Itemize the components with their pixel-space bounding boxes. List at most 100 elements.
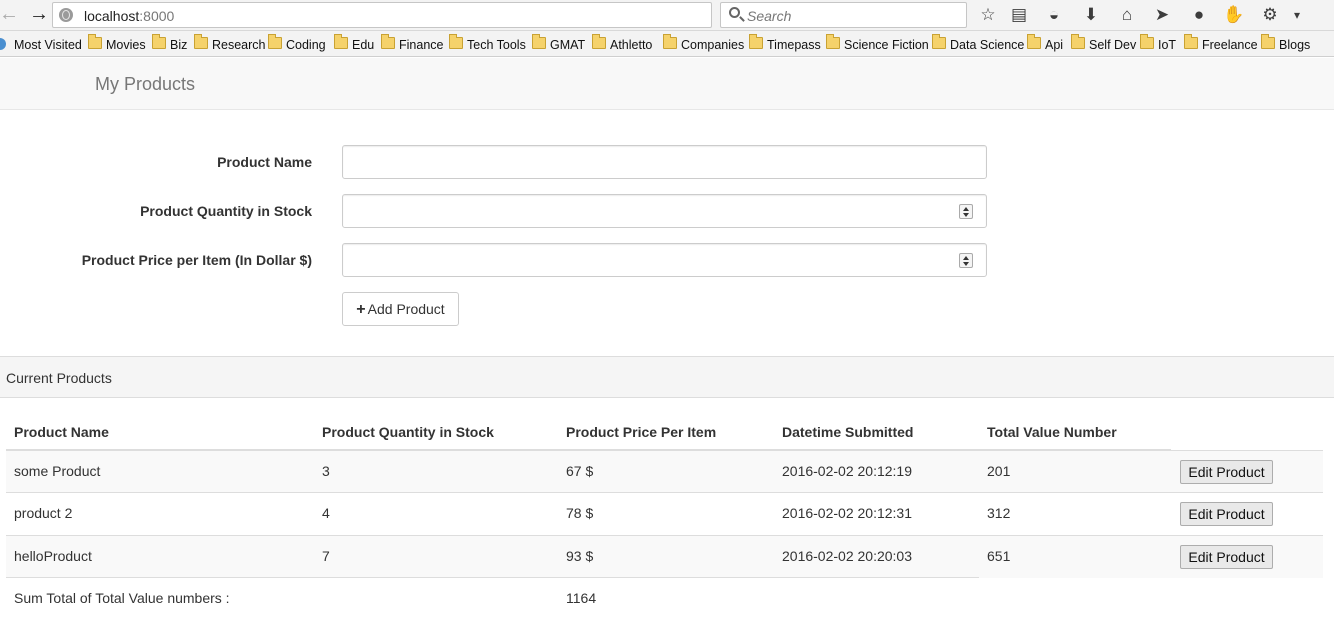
folder-icon (826, 34, 840, 49)
edit-product-button[interactable]: Edit Product (1180, 460, 1273, 484)
bookmark-companies[interactable]: Companies (681, 37, 744, 53)
star-bookmark-icon[interactable]: ☆ (977, 4, 999, 26)
bookmark-self-dev[interactable]: Self Dev (1089, 37, 1136, 53)
add-product-label: Add Product (367, 301, 445, 317)
folder-icon (1184, 34, 1198, 49)
most-visited-icon (0, 38, 6, 50)
bookmark-biz[interactable]: Biz (170, 37, 187, 53)
cell-price: 78 $ (566, 505, 594, 521)
sum-row: Sum Total of Total Value numbers : 1164 (6, 577, 979, 617)
url-port: :8000 (139, 8, 175, 24)
browser-toolbar: ← → localhost:8000 ↻ Search ☆ ▤ ◒ ⬇ ⌂ ➤ … (0, 0, 1334, 31)
folder-icon (152, 34, 166, 49)
cell-price: 93 $ (566, 548, 594, 564)
panel-heading: Current Products (0, 356, 1334, 398)
folder-icon (334, 34, 348, 49)
send-icon[interactable]: ➤ (1151, 4, 1173, 26)
menu-dropdown-icon[interactable]: ▾ (1286, 4, 1308, 26)
header-price: Product Price Per Item (566, 424, 717, 440)
folder-icon (88, 34, 102, 49)
brand-title[interactable]: My Products (95, 74, 195, 95)
cell-product-name: some Product (14, 463, 101, 479)
search-placeholder: Search (747, 8, 792, 24)
edit-product-button[interactable]: Edit Product (1180, 545, 1273, 569)
app-navbar: My Products (0, 58, 1334, 110)
bookmark-api[interactable]: Api (1045, 37, 1063, 53)
cell-datetime: 2016-02-02 20:12:31 (782, 505, 912, 521)
pocket-icon[interactable]: ◒ (1043, 4, 1065, 26)
folder-icon (592, 34, 606, 49)
sum-value: 1164 (566, 590, 597, 606)
folder-icon (663, 34, 677, 49)
back-arrow-icon[interactable]: ← (0, 3, 21, 27)
stepper-up-icon[interactable] (963, 256, 969, 260)
bookmark-most-visited[interactable]: Most Visited (14, 37, 82, 53)
url-host: localhost (84, 8, 140, 24)
chat-icon[interactable]: ● (1188, 4, 1210, 26)
cell-datetime: 2016-02-02 20:20:03 (782, 548, 912, 564)
folder-icon (194, 34, 208, 49)
folder-icon (1071, 34, 1085, 49)
table-row: product 2 4 78 $ 2016-02-02 20:12:31 312… (6, 492, 1323, 535)
bookmark-data-science[interactable]: Data Science (950, 37, 1024, 53)
folder-icon (1140, 34, 1154, 49)
table-row: helloProduct 7 93 $ 2016-02-02 20:20:03 … (6, 535, 1323, 578)
cell-total-value: 651 (987, 548, 1011, 564)
url-text[interactable]: localhost:8000 (84, 8, 174, 24)
folder-icon (268, 34, 282, 49)
reading-list-icon[interactable]: ▤ (1008, 4, 1030, 26)
product-name-label: Product Name (217, 154, 312, 170)
bookmark-finance[interactable]: Finance (399, 37, 443, 53)
cell-total-value: 312 (987, 505, 1011, 521)
globe-icon (59, 8, 73, 22)
bookmark-timepass[interactable]: Timepass (767, 37, 821, 53)
stepper-down-icon[interactable] (963, 262, 969, 266)
bookmark-gmat[interactable]: GMAT (550, 37, 585, 53)
cell-datetime: 2016-02-02 20:12:19 (782, 463, 912, 479)
quantity-stepper[interactable] (959, 204, 973, 219)
header-total-value: Total Value Number (987, 424, 1117, 440)
cell-price: 67 $ (566, 463, 594, 479)
add-product-button[interactable]: + Add Product (342, 292, 459, 326)
bookmark-edu[interactable]: Edu (352, 37, 374, 53)
product-price-input[interactable] (342, 243, 987, 277)
url-bar[interactable]: localhost:8000 ↻ (52, 2, 752, 28)
bookmark-blogs[interactable]: Blogs (1279, 37, 1310, 53)
cell-product-name: helloProduct (14, 548, 92, 564)
bookmark-movies[interactable]: Movies (106, 37, 146, 53)
folder-icon (449, 34, 463, 49)
folder-icon (1027, 34, 1041, 49)
stepper-down-icon[interactable] (963, 213, 969, 217)
bookmark-athletto[interactable]: Athletto (610, 37, 652, 53)
price-stepper[interactable] (959, 253, 973, 268)
sum-label: Sum Total of Total Value numbers : (14, 590, 230, 606)
table-row: some Product 3 67 $ 2016-02-02 20:12:19 … (6, 450, 1323, 493)
extension-hand-icon[interactable]: ✋ (1223, 4, 1245, 26)
cell-product-name: product 2 (14, 505, 73, 521)
search-icon (729, 7, 740, 18)
product-name-input[interactable] (342, 145, 987, 179)
header-product-name: Product Name (14, 424, 109, 440)
plus-icon: + (356, 301, 366, 318)
edit-product-button[interactable]: Edit Product (1180, 502, 1273, 526)
bookmarks-bar: Most Visited Movies Biz Research Coding … (0, 31, 1334, 57)
search-input[interactable]: Search (720, 2, 967, 28)
bookmark-research[interactable]: Research (212, 37, 266, 53)
cell-quantity: 7 (322, 548, 330, 564)
bookmark-tech-tools[interactable]: Tech Tools (467, 37, 526, 53)
bookmark-coding[interactable]: Coding (286, 37, 326, 53)
home-icon[interactable]: ⌂ (1116, 4, 1138, 26)
bookmark-science-fiction[interactable]: Science Fiction (844, 37, 929, 53)
stepper-up-icon[interactable] (963, 207, 969, 211)
extension-icon[interactable]: ⚙ (1259, 4, 1281, 26)
product-price-label: Product Price per Item (In Dollar $) (81, 252, 312, 268)
download-icon[interactable]: ⬇ (1080, 4, 1102, 26)
folder-icon (749, 34, 763, 49)
product-quantity-input[interactable] (342, 194, 987, 228)
cell-quantity: 4 (322, 505, 330, 521)
bookmark-iot[interactable]: IoT (1158, 37, 1176, 53)
header-quantity: Product Quantity in Stock (322, 424, 494, 440)
folder-icon (1261, 34, 1275, 49)
bookmark-freelance[interactable]: Freelance (1202, 37, 1258, 53)
forward-arrow-icon[interactable]: → (27, 3, 51, 27)
